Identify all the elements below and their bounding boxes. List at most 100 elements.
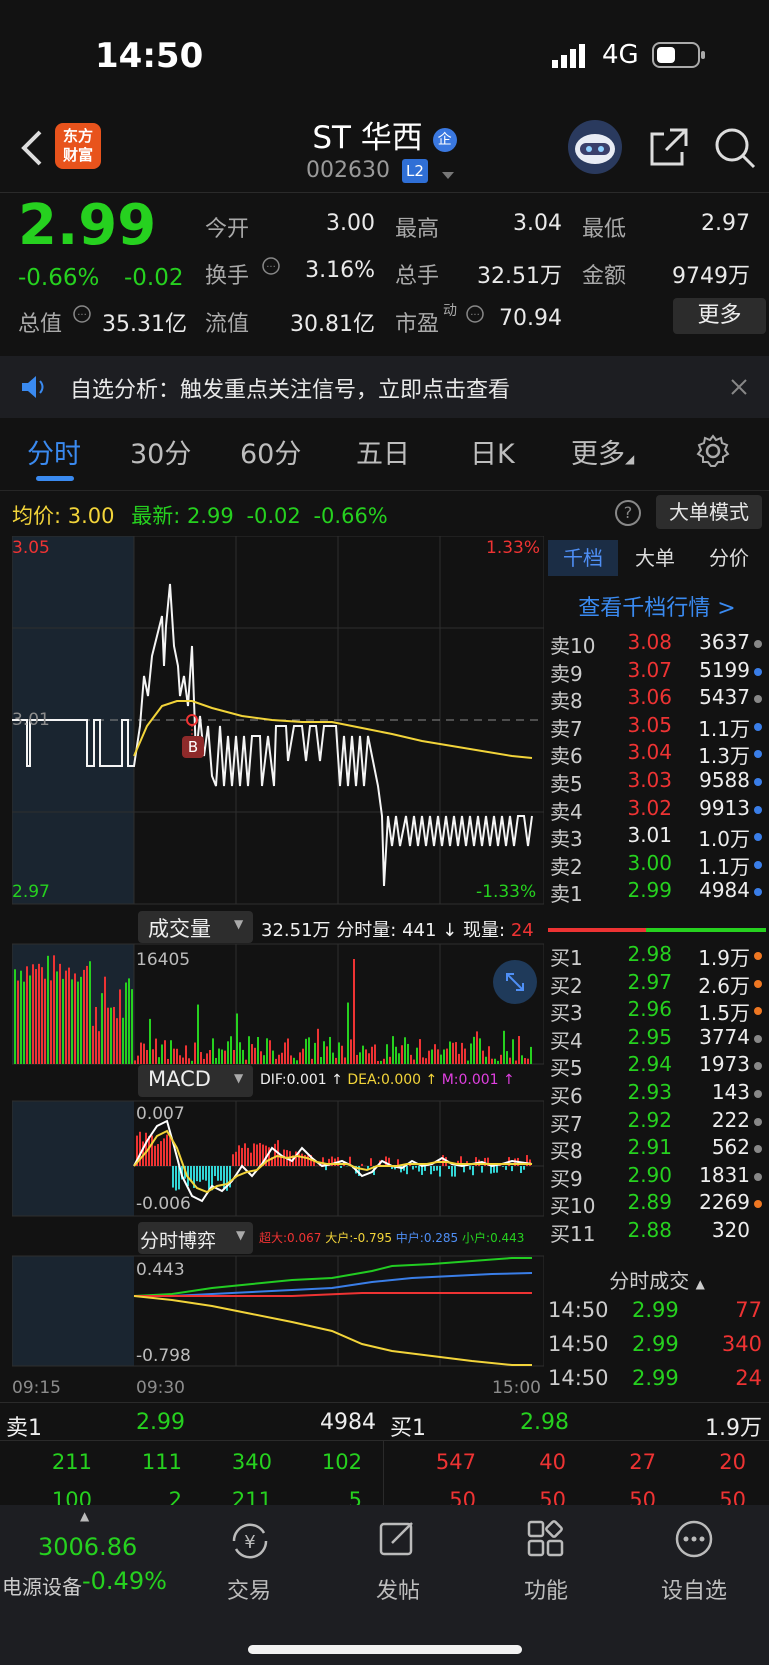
bid-row[interactable]: 买9 2.90 1831 [548, 1161, 766, 1191]
ask-row[interactable]: 卖6 3.04 1.3万 [548, 738, 766, 768]
orderbook-tab-depth[interactable]: 千档 [548, 540, 618, 576]
index-pct[interactable]: -0.49% [82, 1567, 167, 1595]
ask-row[interactable]: 卖1 2.99 4984 [548, 876, 766, 906]
ask-row[interactable]: 卖4 3.02 9913 [548, 794, 766, 824]
volume-selector[interactable]: 成交量 ▼ [138, 911, 253, 943]
big-order-mode-button[interactable]: 大单模式 [656, 495, 762, 529]
bid-row[interactable]: 买3 2.96 1.5万 [548, 995, 766, 1025]
orderbook-tabs: 千档 大单 分价 [548, 540, 766, 580]
tab-5day[interactable]: 五日 [356, 432, 410, 471]
volume-bar [476, 1031, 478, 1064]
search-icon[interactable] [713, 126, 757, 174]
macd-bar [430, 1166, 432, 1175]
volume-bar [497, 1060, 499, 1064]
volume-bar [131, 989, 133, 1064]
ask-dot-icon [754, 777, 762, 786]
function-grid-icon[interactable] [526, 1519, 566, 1563]
buy-marker[interactable]: B [182, 736, 204, 758]
volume-bar [149, 1018, 151, 1064]
macd-selector[interactable]: MACD ▼ [138, 1065, 253, 1097]
ask-row[interactable]: 卖7 3.05 1.1万 [548, 711, 766, 741]
latest-change: -0.02 [246, 504, 301, 528]
expand-icon[interactable] [493, 960, 537, 1004]
bid-list: 买1 2.98 1.9万 买2 2.97 2.6万 买3 2.96 1.5万 买4 2.95 3774… [548, 940, 766, 1246]
volume-bar [92, 1025, 94, 1064]
tab-30min[interactable]: 30分 [130, 432, 191, 471]
ask-row[interactable]: 卖2 3.00 1.1万 [548, 849, 766, 879]
tab-60min[interactable]: 60分 [240, 432, 301, 471]
nav-post[interactable]: 发帖 [343, 1573, 453, 1605]
bid-row[interactable]: 买5 2.94 1973 [548, 1050, 766, 1080]
collapse-arrow-icon[interactable]: ▲ [80, 1509, 89, 1523]
post-icon[interactable] [378, 1519, 418, 1563]
close-icon[interactable] [730, 378, 748, 400]
trade-volume: 77 [735, 1298, 762, 1322]
orderbook-tab-byprice[interactable]: 分价 [692, 540, 766, 576]
nav-function[interactable]: 功能 [491, 1573, 601, 1605]
help-icon[interactable]: ? [615, 500, 641, 526]
share-icon[interactable] [648, 126, 690, 172]
queue-volume: 111 [141, 1450, 182, 1474]
bid-price: 2.91 [627, 1135, 672, 1160]
volume-bar [68, 967, 70, 1064]
trades-header[interactable]: 分时成交 ▲ [548, 1265, 766, 1294]
chevron-down-icon[interactable] [441, 166, 455, 185]
ask-row[interactable]: 卖9 3.07 5199 [548, 656, 766, 686]
macd-bar [238, 1145, 240, 1166]
trade-row: 14:50 2.99 77 [548, 1298, 766, 1332]
more-quote-button[interactable]: 更多 [673, 298, 766, 334]
tab-intraday[interactable]: 分时 [27, 432, 81, 471]
bid-row[interactable]: 买2 2.97 2.6万 [548, 968, 766, 998]
triangle-up-icon: ▲ [695, 1277, 705, 1291]
volume-bar [107, 1007, 109, 1064]
volume-bar [215, 1057, 217, 1064]
volume-bar [236, 1013, 238, 1064]
bid-row[interactable]: 买10 2.89 2269 [548, 1188, 766, 1218]
settings-gear-icon[interactable] [696, 434, 730, 472]
volume-bar [110, 1007, 112, 1064]
info-circle-icon[interactable]: ··· [261, 256, 281, 280]
volume-bar [113, 1006, 115, 1064]
bid-row[interactable]: 买11 2.88 320 [548, 1216, 766, 1246]
tab-daily-k[interactable]: 日K [470, 432, 515, 471]
money-flow-selector[interactable]: 分时博弈 ▼ [138, 1222, 253, 1254]
volume-bar [392, 1036, 394, 1064]
latest-label: 最新: [131, 504, 181, 528]
volume-bar [32, 964, 34, 1064]
ask-row[interactable]: 卖3 3.01 1.0万 [548, 821, 766, 851]
depth-quote-link[interactable]: 查看千档行情 > [548, 590, 766, 622]
trade-icon[interactable]: ¥ [228, 1521, 272, 1565]
volume-bar [527, 1058, 529, 1064]
volume-bar [56, 971, 58, 1064]
volume-bar [350, 1039, 352, 1064]
macd-bar [502, 1166, 504, 1167]
bid-row[interactable]: 买8 2.91 562 [548, 1133, 766, 1163]
level2-badge[interactable]: L2 [402, 159, 428, 183]
volume-bar [188, 1058, 190, 1064]
volume-bar [440, 1054, 442, 1064]
robot-avatar-icon[interactable] [566, 118, 624, 180]
bid-row[interactable]: 买4 2.95 3774 [548, 1023, 766, 1053]
bid-row[interactable]: 买6 2.93 143 [548, 1078, 766, 1108]
nav-add-watchlist[interactable]: 设自选 [639, 1573, 749, 1605]
macd-bar [256, 1144, 258, 1166]
notice-text: 自选分析：触发重点关注信号，立即点击查看 [70, 378, 511, 403]
volume-bar [287, 1038, 289, 1064]
nav-trade[interactable]: 交易 [194, 1573, 304, 1605]
bid-row[interactable]: 买1 2.98 1.9万 [548, 940, 766, 970]
more-dots-icon[interactable] [674, 1519, 714, 1563]
index-name[interactable]: 电源设备 [2, 1571, 82, 1600]
ask-row[interactable]: 卖10 3.08 3637 [548, 628, 766, 658]
volume-bar [179, 1055, 181, 1064]
low-value: 2.97 [701, 211, 750, 236]
bid-row[interactable]: 买7 2.92 222 [548, 1106, 766, 1136]
ask-row[interactable]: 卖8 3.06 5437 [548, 683, 766, 713]
notice-bar[interactable]: 自选分析：触发重点关注信号，立即点击查看 [0, 356, 769, 418]
orderbook-tab-bigorder[interactable]: 大单 [620, 540, 690, 576]
index-value[interactable]: 3006.86 [38, 1533, 137, 1561]
volume-max-label: 16405 [136, 950, 191, 970]
tab-more[interactable]: 更多◢ [571, 432, 634, 471]
info-circle-icon[interactable]: ··· [72, 304, 92, 328]
ask-price: 3.05 [627, 712, 672, 737]
ask-row[interactable]: 卖5 3.03 9588 [548, 766, 766, 796]
